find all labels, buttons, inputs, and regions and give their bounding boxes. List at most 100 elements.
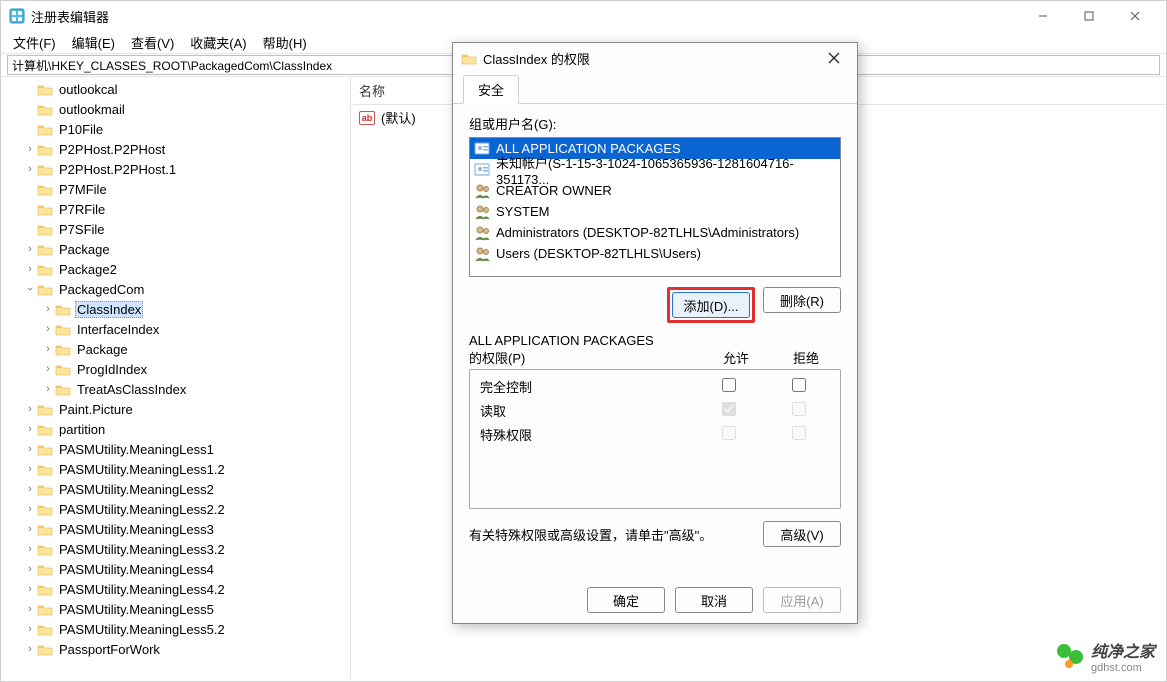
- expand-icon[interactable]: ›: [23, 603, 37, 615]
- expand-icon[interactable]: ›: [23, 163, 37, 175]
- tree-item-treatasclassindex[interactable]: ›TreatAsClassIndex: [1, 379, 350, 399]
- tree-item-pasmutility-meaningless4-2[interactable]: › PASMUtility.MeaningLess4.2: [1, 579, 350, 599]
- expand-icon[interactable]: ›: [41, 303, 55, 315]
- registry-tree[interactable]: outlookcaloutlookmailP10File›P2PHost.P2P…: [1, 77, 351, 679]
- tree-item-outlookmail[interactable]: outlookmail: [1, 99, 350, 119]
- expand-icon[interactable]: ›: [23, 243, 37, 255]
- tab-security[interactable]: 安全: [463, 75, 519, 104]
- permissions-for-label: ALL APPLICATION PACKAGES 的权限(P) 允许 拒绝: [469, 333, 841, 367]
- deny-checkbox[interactable]: [792, 378, 806, 392]
- tree-item-interfaceindex[interactable]: ›InterfaceIndex: [1, 319, 350, 339]
- expand-icon[interactable]: ›: [23, 443, 37, 455]
- tree-item-pasmutility-meaningless2-2[interactable]: ›PASMUtility.MeaningLess2.2: [1, 499, 350, 519]
- permissions-table: 完全控制读取特殊权限: [469, 369, 841, 509]
- expand-icon[interactable]: ›: [23, 583, 37, 595]
- tree-item-package[interactable]: ›Package: [1, 239, 350, 259]
- expand-icon[interactable]: ›: [23, 503, 37, 515]
- folder-icon: [37, 423, 53, 436]
- tree-label: P7SFile: [57, 222, 107, 237]
- expand-icon[interactable]: ›: [41, 323, 55, 335]
- allow-checkbox[interactable]: [722, 402, 736, 416]
- tree-item-paint-picture[interactable]: ›Paint.Picture: [1, 399, 350, 419]
- tree-item-pasmutility-meaningless1-2[interactable]: ›PASMUtility.MeaningLess1.2: [1, 459, 350, 479]
- expand-icon[interactable]: ›: [41, 343, 55, 355]
- dialog-close-button[interactable]: [819, 43, 849, 73]
- group-icon: [474, 204, 492, 220]
- folder-icon: [37, 583, 53, 596]
- expand-icon[interactable]: ›: [23, 423, 37, 435]
- tree-item-pasmutility-meaningless1[interactable]: ›PASMUtility.MeaningLess1: [1, 439, 350, 459]
- expand-icon[interactable]: ›: [23, 403, 37, 415]
- tree-item-partition[interactable]: ›partition: [1, 419, 350, 439]
- expand-icon[interactable]: ›: [23, 643, 37, 655]
- menu-view[interactable]: 查看(V): [125, 31, 180, 54]
- remove-button[interactable]: 删除(R): [763, 287, 841, 313]
- expand-icon[interactable]: ›: [23, 143, 37, 155]
- tree-item-pasmutility-meaningless4[interactable]: ›PASMUtility.MeaningLess4: [1, 559, 350, 579]
- expand-icon[interactable]: ›: [23, 523, 37, 535]
- expand-icon[interactable]: ›: [23, 563, 37, 575]
- tree-item-passportforwork[interactable]: ›PassportForWork: [1, 639, 350, 659]
- group-users-list[interactable]: ALL APPLICATION PACKAGES未知帐户(S-1-15-3-10…: [469, 137, 841, 277]
- tree-item-progidindex[interactable]: ›ProgIdIndex: [1, 359, 350, 379]
- tree-item-p7sfile[interactable]: P7SFile: [1, 219, 350, 239]
- apply-button[interactable]: 应用(A): [763, 587, 841, 613]
- user-row[interactable]: SYSTEM: [470, 201, 840, 222]
- add-button[interactable]: 添加(D)...: [672, 292, 750, 318]
- collapse-icon[interactable]: ›: [24, 282, 36, 296]
- tree-item-p2phost-p2phost[interactable]: ›P2PHost.P2PHost: [1, 139, 350, 159]
- badge-icon: [474, 141, 492, 157]
- expand-icon[interactable]: ›: [41, 363, 55, 375]
- expand-icon[interactable]: ›: [23, 483, 37, 495]
- expand-icon[interactable]: ›: [23, 263, 37, 275]
- tree-item-p10file[interactable]: P10File: [1, 119, 350, 139]
- tree-item-pasmutility-meaningless5-2[interactable]: ›PASMUtility.MeaningLess5.2: [1, 619, 350, 639]
- tree-item-package[interactable]: ›Package: [1, 339, 350, 359]
- permission-row: 完全控制: [476, 374, 834, 398]
- tree-item-p7rfile[interactable]: P7RFile: [1, 199, 350, 219]
- tree-item-p2phost-p2phost-1[interactable]: ›P2PHost.P2PHost.1: [1, 159, 350, 179]
- tree-item-pasmutility-meaningless2[interactable]: ›PASMUtility.MeaningLess2: [1, 479, 350, 499]
- menu-help[interactable]: 帮助(H): [257, 31, 313, 54]
- tree-item-pasmutility-meaningless3[interactable]: ›PASMUtility.MeaningLess3: [1, 519, 350, 539]
- expand-icon[interactable]: ›: [23, 623, 37, 635]
- expand-icon[interactable]: ›: [23, 463, 37, 475]
- user-row[interactable]: Users (DESKTOP-82TLHLS\Users): [470, 243, 840, 264]
- deny-checkbox[interactable]: [792, 402, 806, 416]
- tree-item-pasmutility-meaningless3-2[interactable]: › PASMUtility.MeaningLess3.2: [1, 539, 350, 559]
- minimize-button[interactable]: [1020, 1, 1066, 31]
- tree-item-packagedcom[interactable]: ›PackagedCom: [1, 279, 350, 299]
- badge-icon: [474, 162, 492, 178]
- tree-item-p7mfile[interactable]: P7MFile: [1, 179, 350, 199]
- close-button[interactable]: [1112, 1, 1158, 31]
- tree-label: PASMUtility.MeaningLess3.2: [57, 542, 227, 557]
- user-row[interactable]: Administrators (DESKTOP-82TLHLS\Administ…: [470, 222, 840, 243]
- folder-icon: [55, 323, 71, 336]
- maximize-button[interactable]: [1066, 1, 1112, 31]
- allow-checkbox[interactable]: [722, 378, 736, 392]
- folder-icon: [37, 103, 53, 116]
- expand-icon[interactable]: ›: [23, 543, 37, 555]
- tree-label: PASMUtility.MeaningLess4.2: [57, 582, 227, 597]
- folder-icon: [37, 223, 53, 236]
- expand-icon[interactable]: ›: [41, 383, 55, 395]
- menu-file[interactable]: 文件(F): [7, 31, 62, 54]
- menu-favorites[interactable]: 收藏夹(A): [184, 31, 252, 54]
- tree-label: P7MFile: [57, 182, 109, 197]
- permission-row: 特殊权限: [476, 422, 834, 446]
- folder-icon: [37, 643, 53, 656]
- ok-button[interactable]: 确定: [587, 587, 665, 613]
- folder-icon: [37, 283, 53, 296]
- user-row[interactable]: 未知帐户(S-1-15-3-1024-1065365936-1281604716…: [470, 159, 840, 180]
- cancel-button[interactable]: 取消: [675, 587, 753, 613]
- tree-item-classindex[interactable]: ›ClassIndex: [1, 299, 350, 319]
- user-name: Administrators (DESKTOP-82TLHLS\Administ…: [496, 225, 799, 240]
- tree-item-package2[interactable]: ›Package2: [1, 259, 350, 279]
- tree-item-pasmutility-meaningless5[interactable]: ›PASMUtility.MeaningLess5: [1, 599, 350, 619]
- folder-icon: [37, 403, 53, 416]
- advanced-button[interactable]: 高级(V): [763, 521, 841, 547]
- menu-edit[interactable]: 编辑(E): [66, 31, 121, 54]
- allow-checkbox[interactable]: [722, 426, 736, 440]
- deny-checkbox[interactable]: [792, 426, 806, 440]
- tree-item-outlookcal[interactable]: outlookcal: [1, 79, 350, 99]
